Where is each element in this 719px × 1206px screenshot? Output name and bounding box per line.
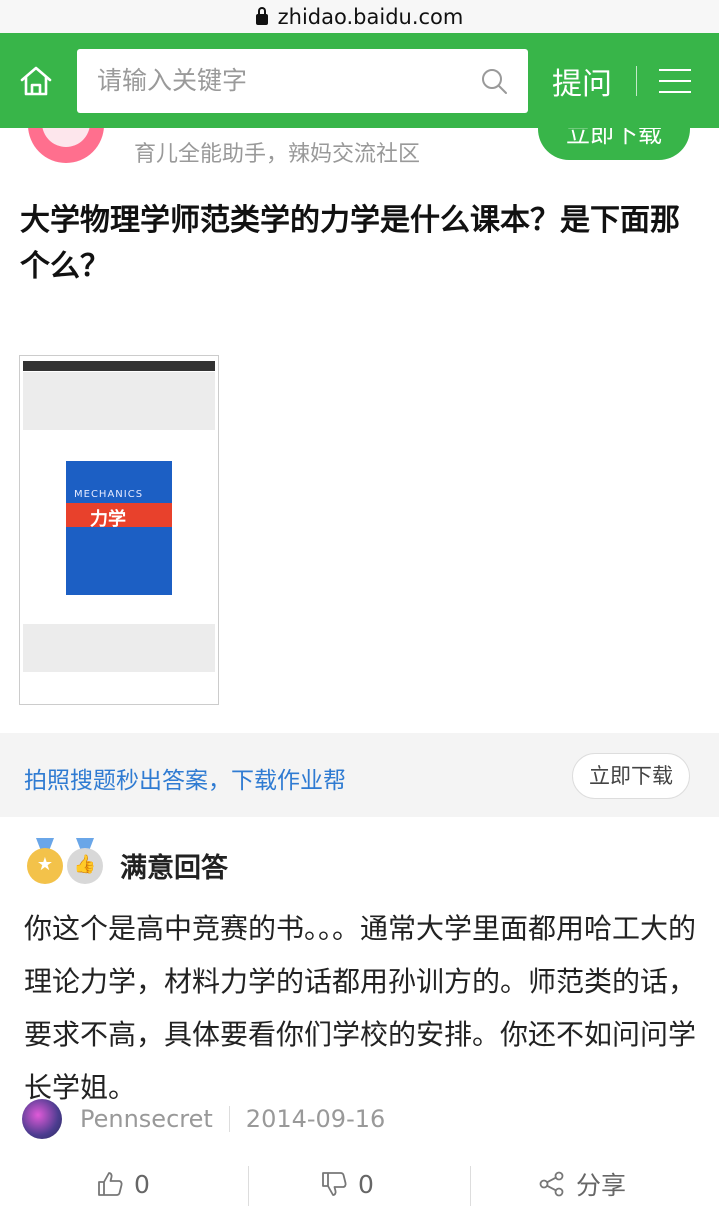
app-download-button[interactable]: 立即下载 bbox=[538, 128, 690, 160]
best-answer-label: 满意回答 bbox=[120, 853, 228, 884]
avatar[interactable] bbox=[22, 1099, 62, 1139]
menu-icon[interactable] bbox=[659, 68, 691, 93]
question-image[interactable]: MECHANICS 力学 bbox=[19, 355, 219, 705]
lock-icon bbox=[255, 7, 268, 25]
app-download-banner: 育儿全能助手，辣妈交流社区 立即下载 bbox=[0, 128, 719, 178]
header-divider bbox=[636, 65, 637, 96]
ask-question-button[interactable]: 提问 bbox=[552, 59, 612, 103]
answer-author: Pennsecret 2014-09-16 bbox=[22, 1099, 385, 1139]
share-label: 分享 bbox=[576, 1171, 627, 1200]
thumbs-down-icon bbox=[322, 1172, 347, 1196]
thumbs-up-icon bbox=[98, 1172, 123, 1196]
answer-actions: 0 0 分享 bbox=[0, 1162, 719, 1206]
promo-download-button[interactable]: 立即下载 bbox=[572, 753, 690, 799]
question-title: 大学物理学师范类学的力学是什么课本？是下面那个么？ bbox=[20, 203, 680, 284]
book-title-en: MECHANICS bbox=[74, 489, 144, 500]
home-icon bbox=[20, 66, 52, 95]
dislike-button[interactable]: 0 bbox=[320, 1162, 374, 1206]
share-button[interactable]: 分享 bbox=[538, 1162, 626, 1206]
app-tagline: 育儿全能助手，辣妈交流社区 bbox=[134, 142, 421, 167]
url-text: zhidao.baidu.com bbox=[277, 4, 464, 29]
promo-bar: 拍照搜题秒出答案，下载作业帮 立即下载 bbox=[0, 733, 719, 817]
screenshot-status-bar bbox=[23, 361, 215, 371]
answer-date: 2014-09-16 bbox=[245, 1105, 386, 1133]
share-icon bbox=[539, 1171, 564, 1197]
search-icon[interactable] bbox=[480, 67, 508, 95]
search-box bbox=[77, 48, 528, 113]
book-cover: MECHANICS 力学 bbox=[66, 461, 172, 595]
promo-link[interactable]: 拍照搜题秒出答案，下载作业帮 bbox=[24, 761, 346, 795]
dislike-count: 0 bbox=[358, 1169, 374, 1199]
app-logo bbox=[28, 128, 104, 163]
author-name[interactable]: Pennsecret bbox=[80, 1105, 213, 1133]
answer-text: 你这个是高中竞赛的书。。。通常大学里面都用哈工大的理论力学，材料力学的话都用孙训… bbox=[24, 912, 697, 1104]
thumb-medal-icon: 👍 bbox=[67, 848, 103, 884]
top-nav-bar: 提问 bbox=[0, 33, 719, 128]
book-title-zh: 力学 bbox=[90, 509, 126, 530]
search-input[interactable] bbox=[97, 66, 457, 95]
home-button[interactable] bbox=[0, 33, 72, 128]
like-button[interactable]: 0 bbox=[96, 1162, 150, 1206]
gold-medal-icon: ★ bbox=[27, 848, 63, 884]
like-count: 0 bbox=[134, 1169, 150, 1199]
browser-url-bar[interactable]: zhidao.baidu.com bbox=[0, 0, 719, 33]
answer-medals: ★ 👍 bbox=[27, 838, 103, 886]
